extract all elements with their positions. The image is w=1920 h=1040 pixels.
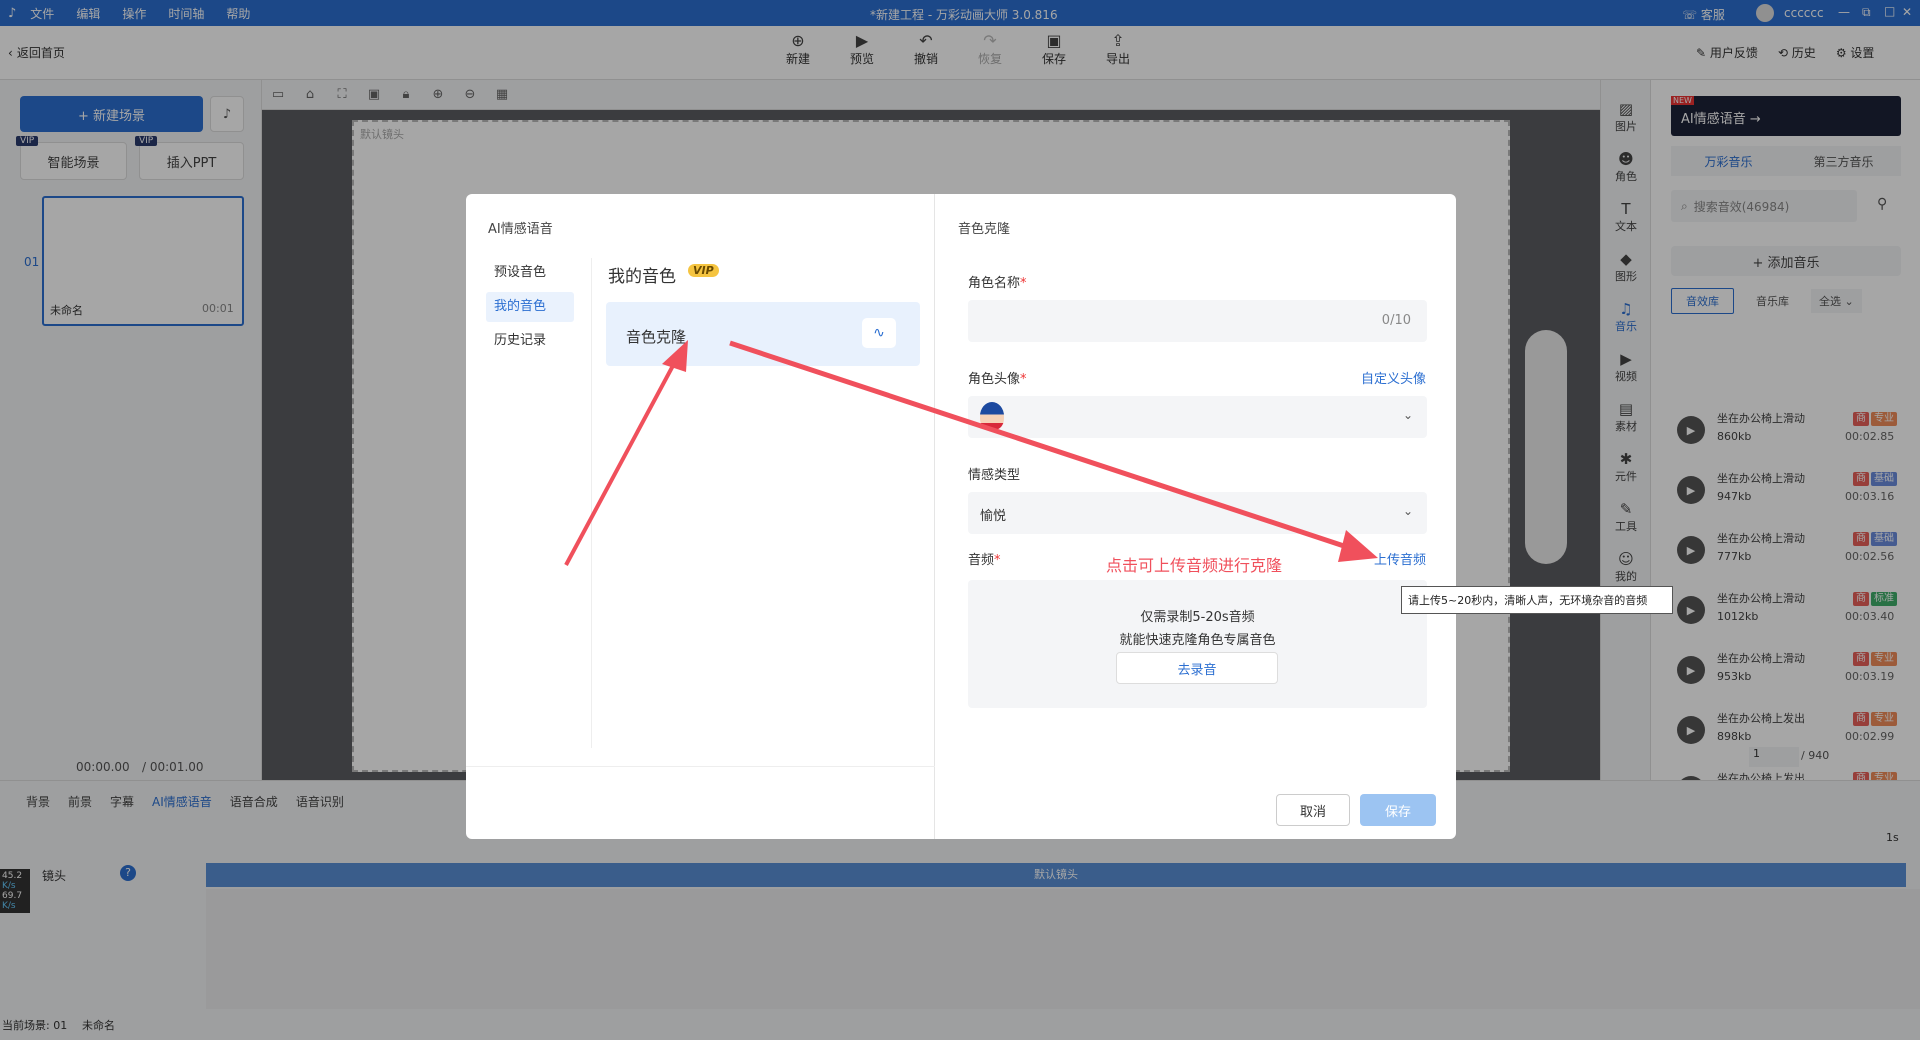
upload-tooltip: 请上传5~20秒内，清晰人声，无环境杂音的音频 xyxy=(1401,586,1673,614)
arrow-to-clone-card xyxy=(564,340,688,566)
annotation-arrows xyxy=(564,340,1378,566)
arrow-to-upload xyxy=(729,340,1378,562)
